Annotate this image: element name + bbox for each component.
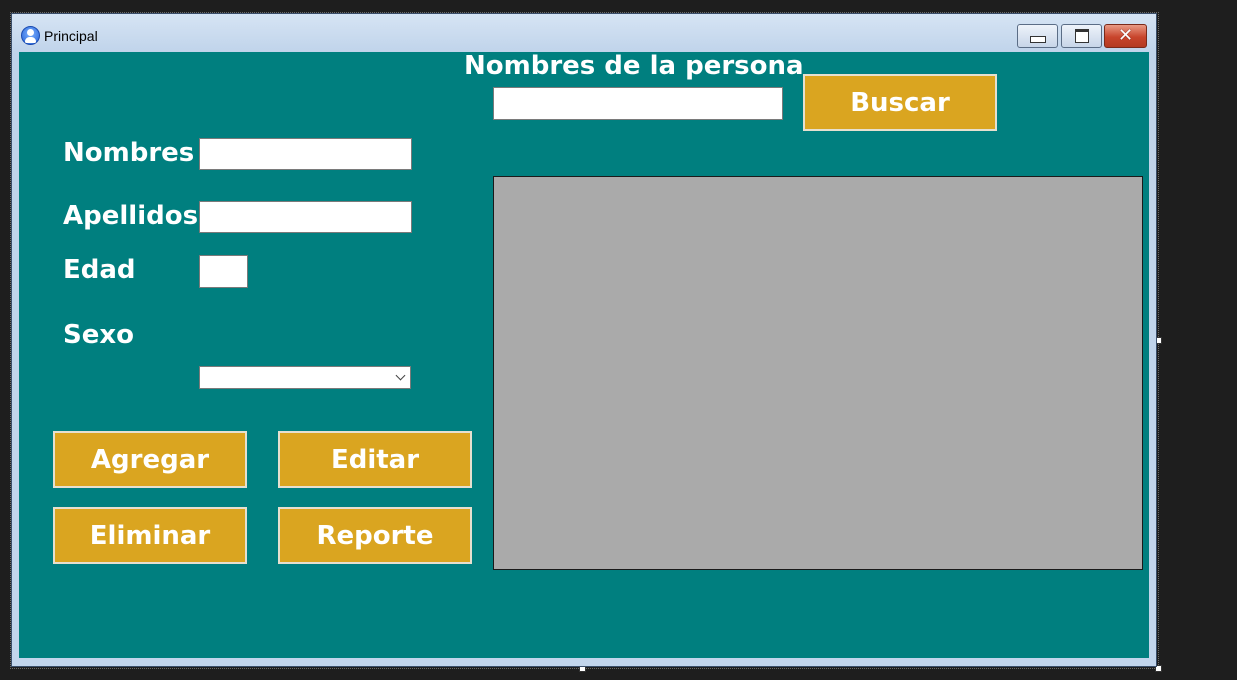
apellidos-label: Apellidos bbox=[63, 201, 199, 231]
nombres-label: Nombres bbox=[63, 138, 195, 168]
main-window: Principal ✕ Nombres de la persona Buscar… bbox=[11, 13, 1157, 667]
search-label: Nombres de la persona bbox=[464, 51, 804, 81]
sexo-combobox[interactable] bbox=[199, 366, 411, 389]
eliminar-button[interactable]: Eliminar bbox=[53, 507, 247, 564]
editar-button[interactable]: Editar bbox=[278, 431, 472, 488]
user-icon bbox=[21, 26, 40, 45]
form-client-area: Nombres de la persona Buscar Nombres Ape… bbox=[19, 51, 1149, 658]
search-input[interactable] bbox=[493, 87, 783, 120]
edad-label: Edad bbox=[63, 255, 136, 285]
edad-input[interactable] bbox=[199, 255, 248, 288]
maximize-button[interactable] bbox=[1061, 24, 1102, 48]
window-title: Principal bbox=[44, 28, 98, 44]
personas-data-grid[interactable] bbox=[493, 176, 1143, 570]
apellidos-input[interactable] bbox=[199, 201, 412, 233]
minimize-icon bbox=[1029, 35, 1046, 43]
maximize-icon bbox=[1074, 29, 1089, 43]
buscar-button[interactable]: Buscar bbox=[803, 74, 997, 131]
close-icon: ✕ bbox=[1117, 25, 1134, 46]
nombres-input[interactable] bbox=[199, 138, 412, 170]
sexo-label: Sexo bbox=[63, 320, 134, 350]
minimize-button[interactable] bbox=[1017, 24, 1058, 48]
chevron-down-icon bbox=[395, 370, 406, 381]
close-button[interactable]: ✕ bbox=[1104, 24, 1147, 48]
reporte-button[interactable]: Reporte bbox=[278, 507, 472, 564]
agregar-button[interactable]: Agregar bbox=[53, 431, 247, 488]
